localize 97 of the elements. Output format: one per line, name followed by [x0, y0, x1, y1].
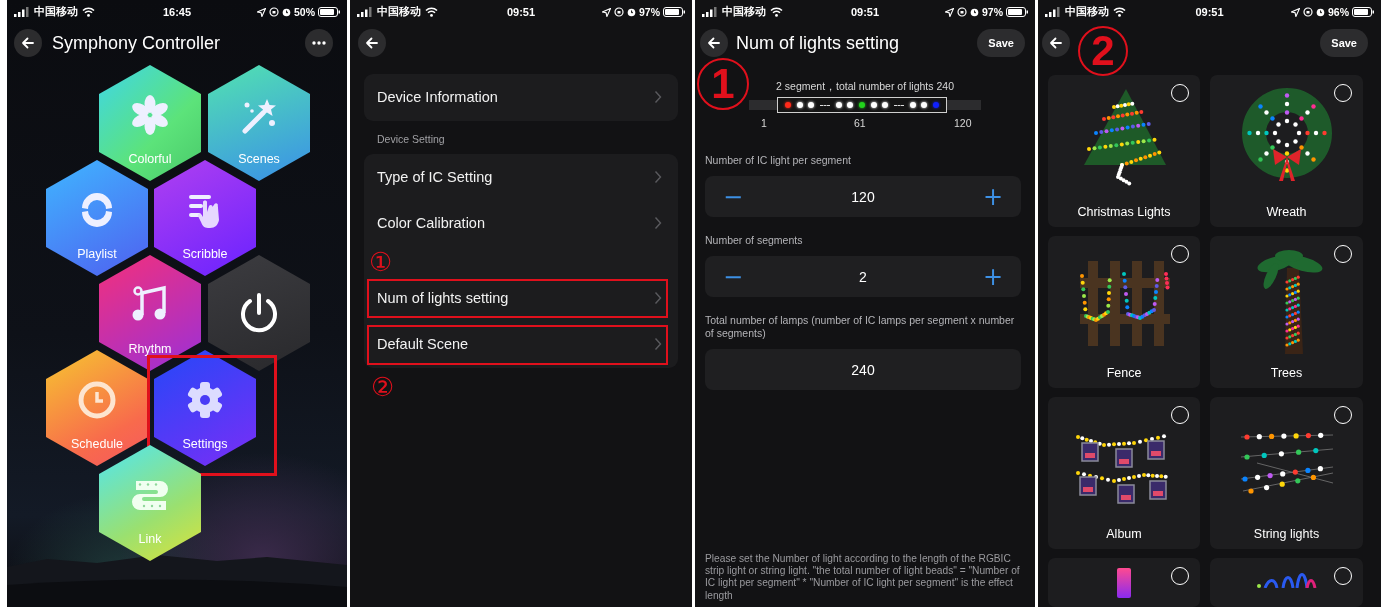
stepper-value: 2 — [859, 268, 867, 285]
signal-icon — [14, 7, 30, 17]
stepper-field[interactable]: − 120 + — [705, 176, 1021, 217]
scene-card[interactable]: String lights — [1210, 397, 1363, 549]
arrow-left-icon — [1049, 36, 1063, 50]
arrow-left-icon — [365, 36, 379, 50]
settings-item[interactable]: Color Calibration — [364, 200, 678, 247]
back-button[interactable] — [700, 29, 728, 57]
step-number: ① — [368, 248, 393, 275]
location-icon — [602, 7, 611, 17]
settings-item[interactable]: Num of lights setting — [364, 274, 678, 321]
location-icon — [1291, 7, 1300, 17]
strip-track — [749, 100, 777, 110]
screen-title: Num of lights setting — [736, 32, 901, 54]
chevron-right-icon — [654, 337, 662, 352]
wifi-icon — [82, 7, 95, 17]
stepper-field[interactable]: − 2 + — [705, 256, 1021, 297]
scene-card[interactable]: Trees — [1210, 236, 1363, 388]
alarm-icon — [970, 7, 979, 17]
scene-card[interactable] — [1048, 558, 1200, 607]
increment-button[interactable]: + — [978, 184, 1007, 209]
battery-icon — [1352, 7, 1374, 17]
signal-icon — [1045, 7, 1061, 17]
total-value: 240 — [851, 361, 875, 378]
chevron-right-icon — [654, 90, 662, 105]
battery-percent: 50% — [294, 6, 315, 18]
field-label: Total number of lamps (number of IC lamps per segment x number of segments) — [705, 314, 1016, 340]
wifi-icon — [770, 7, 783, 17]
clock-icon — [77, 380, 117, 420]
clock-time: 09:51 — [1195, 6, 1224, 18]
save-button[interactable]: Save — [1320, 29, 1368, 57]
scene-card[interactable]: Wreath — [1210, 75, 1363, 227]
back-button[interactable] — [358, 29, 386, 57]
settings-item[interactable]: Device Information — [364, 74, 678, 121]
increment-button[interactable]: + — [978, 264, 1007, 289]
strip-tick: 1 — [761, 117, 767, 129]
clock-time: 09:51 — [506, 6, 536, 18]
carrier-name: 中国移动 — [722, 5, 766, 19]
step-number: ② — [370, 373, 395, 400]
battery-icon — [1006, 7, 1028, 17]
settings-item[interactable]: Default Scene — [364, 321, 678, 368]
carrier-name: 中国移动 — [377, 5, 421, 19]
location-icon — [945, 7, 954, 17]
field-label: Number of segments — [705, 234, 804, 247]
signal-icon — [702, 7, 718, 17]
alarm-icon — [1316, 7, 1325, 17]
battery-percent: 97% — [982, 6, 1003, 18]
field-label: Number of IC light per segment — [705, 154, 852, 167]
battery-icon — [663, 7, 685, 17]
chevron-right-icon — [654, 290, 662, 305]
signal-icon — [357, 7, 373, 17]
rotation-lock-icon — [269, 7, 279, 17]
rotation-lock-icon — [614, 7, 624, 17]
battery-icon — [318, 7, 340, 17]
strip-tick: 61 — [854, 117, 866, 129]
alarm-icon — [627, 7, 636, 17]
strip-track — [947, 100, 981, 110]
scene-card[interactable]: Christmas Lights — [1048, 75, 1200, 227]
battery-percent: 96% — [1328, 6, 1349, 18]
more-icon — [312, 41, 326, 45]
location-icon — [257, 7, 266, 17]
back-button[interactable] — [1042, 29, 1070, 57]
battery-percent: 97% — [639, 6, 660, 18]
dashed-gap — [819, 104, 830, 106]
scene-card[interactable]: Fence — [1048, 236, 1200, 388]
wifi-icon — [425, 7, 438, 17]
strip-tick: 120 — [954, 117, 972, 129]
step-number: 2 — [1078, 26, 1128, 76]
clock-time: 09:51 — [850, 6, 880, 18]
settings-item[interactable]: Type of IC Setting — [364, 153, 678, 200]
strip-caption: 2 segment，total number of lights 240 — [776, 80, 954, 94]
arrow-left-icon — [707, 36, 721, 50]
more-button[interactable] — [305, 29, 333, 57]
rotation-lock-icon — [1303, 7, 1313, 17]
chevron-right-icon — [654, 169, 662, 184]
decrement-button[interactable]: − — [719, 184, 748, 209]
help-note: Please set the Number of light according to the length of the RGBIC strip light or string light. "the total number of light beads" = "Number of IC light per segment" * "Number of IC light per segment" is the effect length — [704, 552, 1021, 603]
stepper-value: 120 — [851, 188, 875, 205]
arrow-left-icon — [21, 36, 35, 50]
carrier-name: 中国移动 — [34, 5, 78, 19]
alarm-icon — [282, 7, 291, 17]
wifi-icon — [1113, 7, 1126, 17]
gear-icon — [185, 380, 225, 420]
scene-card[interactable]: Album — [1048, 397, 1200, 549]
step-number: 1 — [697, 58, 749, 110]
screen-title: Symphony Controller — [52, 32, 222, 54]
decrement-button[interactable]: − — [719, 264, 748, 289]
dashed-gap — [894, 104, 905, 106]
flower-icon — [130, 95, 170, 135]
lamp-drawing — [1117, 568, 1131, 598]
save-button[interactable]: Save — [977, 29, 1025, 57]
carrier-name: 中国移动 — [1065, 5, 1109, 19]
section-label: Device Setting — [377, 132, 445, 145]
clock-time: 16:45 — [162, 6, 192, 18]
rotation-lock-icon — [957, 7, 967, 17]
back-button[interactable] — [14, 29, 42, 57]
chevron-right-icon — [654, 216, 662, 231]
